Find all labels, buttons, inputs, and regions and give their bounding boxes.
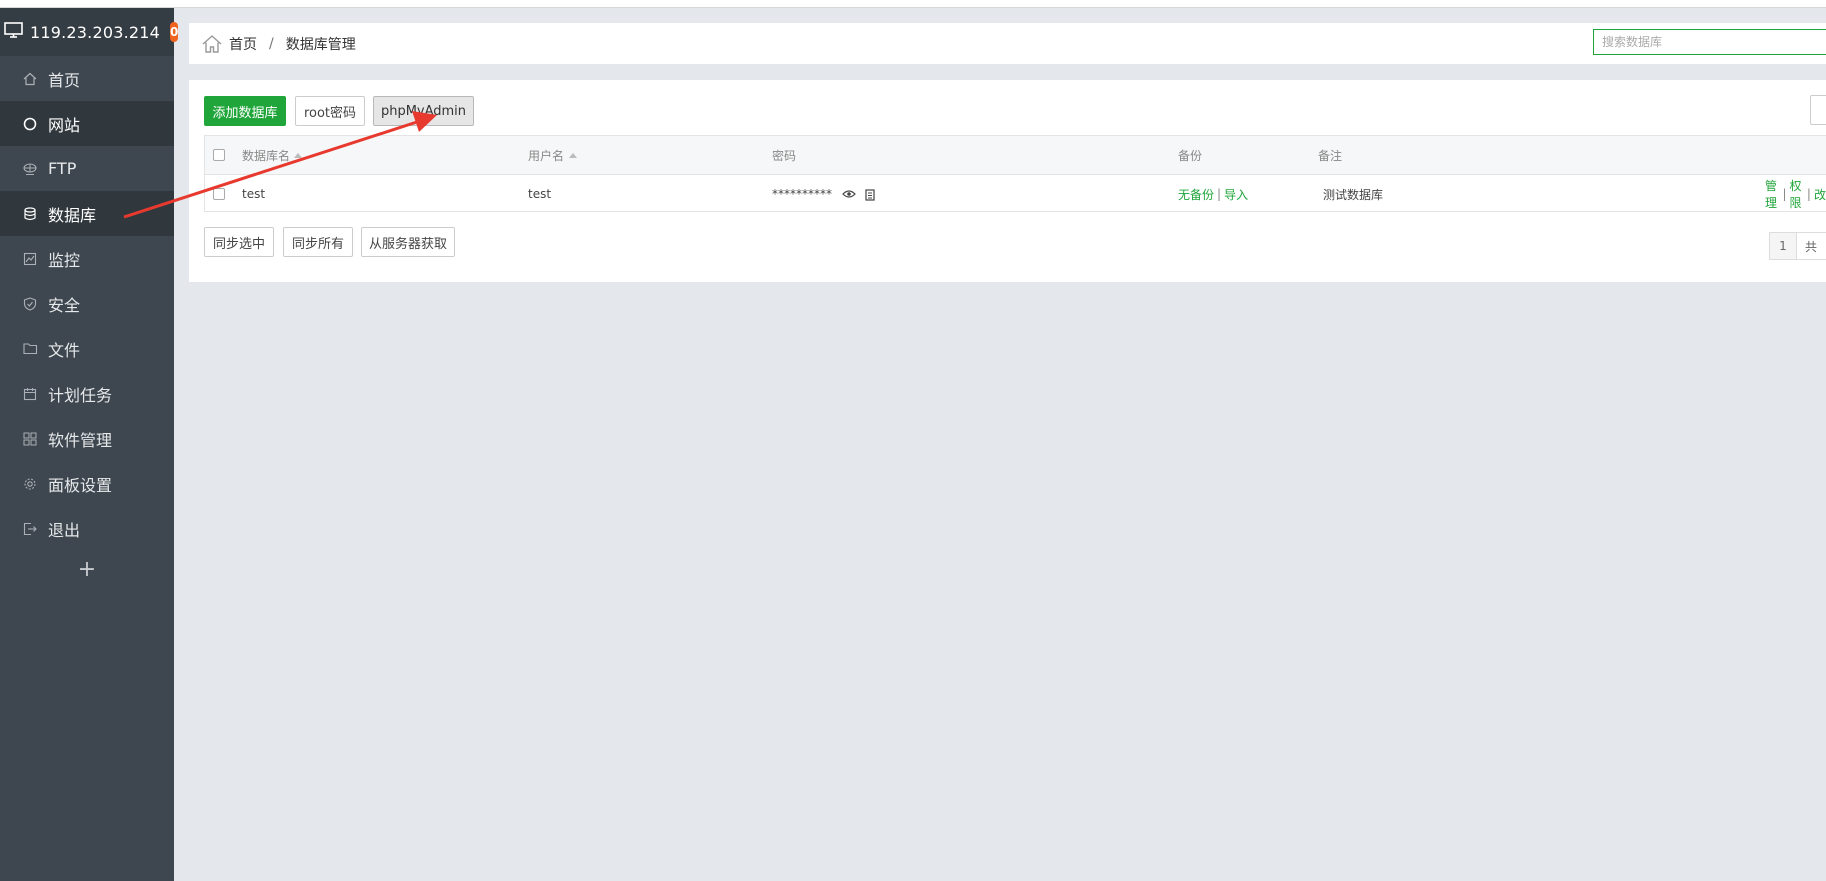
sidebar-item-label: 监控 bbox=[48, 250, 81, 270]
sort-up-icon bbox=[569, 152, 578, 158]
sidebar-item-database[interactable]: 数据库 bbox=[0, 191, 174, 236]
sidebar-item-label: 计划任务 bbox=[48, 385, 113, 405]
sort-up-icon bbox=[294, 152, 303, 158]
header-label: 数据库名 bbox=[242, 148, 291, 163]
divider: | bbox=[1806, 187, 1811, 201]
add-menu-button[interactable]: + bbox=[0, 557, 174, 582]
sidebar-item-cron[interactable]: 计划任务 bbox=[0, 371, 174, 416]
breadcrumb: 首页 / 数据库管理 bbox=[189, 23, 1826, 64]
sidebar-item-label: 文件 bbox=[48, 340, 81, 360]
no-backup-link[interactable]: 无备份 bbox=[1178, 186, 1214, 203]
grid-icon bbox=[22, 431, 38, 447]
notification-badge[interactable]: 0 bbox=[170, 22, 179, 42]
fetch-from-server-button[interactable]: 从服务器获取 bbox=[361, 227, 455, 257]
permission-link[interactable]: 权限 bbox=[1789, 177, 1803, 211]
breadcrumb-home[interactable]: 首页 bbox=[229, 34, 257, 54]
recycle-bin-button[interactable] bbox=[1810, 95, 1826, 125]
divider: | bbox=[1217, 187, 1222, 201]
add-database-button[interactable]: 添加数据库 bbox=[204, 96, 286, 126]
sidebar-item-logout[interactable]: 退出 bbox=[0, 506, 174, 551]
home-icon[interactable] bbox=[201, 33, 223, 55]
cell-db-name: test bbox=[242, 187, 266, 201]
sync-selected-button[interactable]: 同步选中 bbox=[204, 227, 274, 257]
sidebar-item-website[interactable]: 网站 bbox=[0, 101, 174, 146]
root-password-button[interactable]: root密码 bbox=[295, 96, 365, 126]
sidebar-item-label: 网站 bbox=[48, 115, 81, 135]
copy-icon[interactable] bbox=[864, 188, 876, 201]
header-backup: 备份 bbox=[1178, 148, 1203, 163]
sidebar-item-label: 面板设置 bbox=[48, 475, 113, 495]
header-password: 密码 bbox=[772, 148, 797, 163]
eye-icon[interactable] bbox=[842, 189, 856, 199]
cell-remark[interactable]: 测试数据库 bbox=[1323, 175, 1383, 213]
table-row: test test ********** 无备份 | 导入 测试数据库 管理 | bbox=[205, 175, 1826, 213]
sidebar-item-files[interactable]: 文件 bbox=[0, 326, 174, 371]
change-password-link[interactable]: 改 bbox=[1814, 186, 1826, 203]
search-input[interactable] bbox=[1593, 29, 1826, 55]
cell-user: test bbox=[528, 187, 552, 201]
cell-password: ********** bbox=[772, 175, 876, 213]
sidebar-item-label: 退出 bbox=[48, 520, 81, 540]
select-all-checkbox[interactable] bbox=[213, 136, 225, 174]
sidebar-item-monitor[interactable]: 监控 bbox=[0, 236, 174, 281]
sidebar-item-label: FTP bbox=[48, 159, 77, 178]
window-top-strip bbox=[0, 0, 1826, 8]
monitor-chart-icon bbox=[22, 251, 38, 267]
globe-icon bbox=[22, 116, 38, 132]
divider: | bbox=[1782, 187, 1787, 201]
monitor-icon bbox=[4, 21, 24, 43]
sidebar-item-settings[interactable]: 面板设置 bbox=[0, 461, 174, 506]
sidebar-item-label: 安全 bbox=[48, 295, 81, 315]
sidebar-item-label: 软件管理 bbox=[48, 430, 113, 450]
cell-backup: 无备份 | 导入 bbox=[1178, 175, 1248, 213]
folder-icon bbox=[22, 341, 38, 357]
gear-icon bbox=[22, 476, 38, 492]
database-icon bbox=[22, 206, 38, 222]
logout-icon bbox=[22, 521, 38, 537]
server-header: 119.23.203.214 0 bbox=[0, 8, 179, 56]
row-checkbox[interactable] bbox=[213, 175, 225, 213]
sidebar-item-label: 数据库 bbox=[48, 205, 97, 225]
sync-all-button[interactable]: 同步所有 bbox=[283, 227, 353, 257]
sidebar-item-software[interactable]: 软件管理 bbox=[0, 416, 174, 461]
sidebar-item-security[interactable]: 安全 bbox=[0, 281, 174, 326]
ftp-icon bbox=[22, 161, 38, 177]
shield-icon bbox=[22, 296, 38, 312]
calendar-icon bbox=[22, 386, 38, 402]
sidebar: 119.23.203.214 0 首页 网站 FTP 数据库 监控 安全 文件 … bbox=[0, 8, 179, 881]
header-remark: 备注 bbox=[1318, 148, 1343, 163]
header-db-name[interactable]: 数据库名 bbox=[242, 136, 303, 174]
header-label: 用户名 bbox=[528, 148, 565, 163]
breadcrumb-current: 数据库管理 bbox=[285, 36, 356, 53]
password-mask: ********** bbox=[772, 187, 832, 201]
breadcrumb-separator: / bbox=[269, 35, 274, 52]
table-header: 数据库名 用户名 密码 备份 备注 bbox=[205, 136, 1826, 175]
home-icon bbox=[22, 71, 38, 87]
manage-link[interactable]: 管理 bbox=[1765, 177, 1779, 211]
page-total: 共 bbox=[1797, 232, 1826, 260]
pagination: 1 共 bbox=[1769, 232, 1826, 260]
import-link[interactable]: 导入 bbox=[1224, 186, 1248, 203]
sidebar-item-label: 首页 bbox=[48, 70, 81, 90]
page-number[interactable]: 1 bbox=[1769, 232, 1797, 260]
database-table: 数据库名 用户名 密码 备份 备注 test test ********** 无… bbox=[204, 135, 1826, 212]
phpmyadmin-button[interactable]: phpMyAdmin bbox=[373, 96, 474, 126]
sidebar-item-ftp[interactable]: FTP bbox=[0, 146, 174, 191]
server-ip: 119.23.203.214 bbox=[30, 22, 161, 42]
database-panel: 添加数据库 root密码 phpMyAdmin 数据库名 用户名 密码 备份 备… bbox=[189, 80, 1826, 282]
cell-actions: 管理 | 权限 | 改 bbox=[1765, 175, 1826, 213]
sidebar-item-home[interactable]: 首页 bbox=[0, 56, 174, 101]
header-user[interactable]: 用户名 bbox=[528, 136, 578, 174]
